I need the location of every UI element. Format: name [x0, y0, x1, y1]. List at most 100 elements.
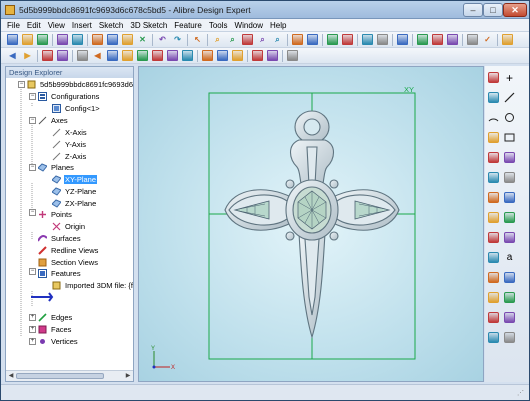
spline-icon[interactable]	[504, 152, 515, 163]
project-icon[interactable]	[488, 312, 499, 323]
menu-view[interactable]: View	[48, 21, 65, 30]
next-view-icon[interactable]	[307, 34, 318, 45]
fillet-icon[interactable]	[504, 212, 515, 223]
shaded-icon[interactable]	[362, 34, 373, 45]
move-icon[interactable]	[488, 272, 499, 283]
resize-grip-icon[interactable]: ⋰	[517, 389, 526, 398]
cross-pendant-model[interactable]	[224, 110, 400, 339]
display-a-icon[interactable]	[202, 50, 213, 61]
scroll-thumb[interactable]	[16, 373, 104, 379]
save-icon[interactable]	[37, 34, 48, 45]
sketch-a-icon[interactable]	[42, 50, 53, 61]
sketch-b-icon[interactable]	[57, 50, 68, 61]
app-icon[interactable]	[5, 5, 15, 15]
explode-icon[interactable]	[267, 50, 278, 61]
display-b-icon[interactable]	[217, 50, 228, 61]
tree-item-xy-plane[interactable]: XY-Plane	[52, 174, 97, 185]
menu-tools[interactable]: Tools	[209, 21, 228, 30]
menu-insert[interactable]: Insert	[72, 21, 92, 30]
spin-icon[interactable]	[342, 34, 353, 45]
zoom-out-icon[interactable]: ⌕	[227, 34, 238, 45]
exit-sketch-icon[interactable]	[504, 332, 515, 343]
select-arrow-icon[interactable]: ↖	[192, 34, 203, 45]
cut-plane-icon[interactable]	[287, 50, 298, 61]
open-folder-icon[interactable]	[22, 34, 33, 45]
trim-icon[interactable]	[488, 192, 499, 203]
tree-item-redline-views[interactable]: Redline Views	[38, 245, 99, 256]
close-button[interactable]: ✕	[503, 3, 527, 17]
new-document-icon[interactable]	[7, 34, 18, 45]
tree-item-surfaces[interactable]: Surfaces	[38, 233, 82, 244]
tree-item-vertices[interactable]: Vertices	[38, 336, 79, 347]
menu-feature[interactable]: Feature	[174, 21, 202, 30]
cube-icon[interactable]	[488, 92, 499, 103]
layout-icon[interactable]	[488, 72, 499, 83]
zoom-in-icon[interactable]: ⌕	[212, 34, 223, 45]
zoom-window-icon[interactable]: ⌕	[257, 34, 268, 45]
menu-help[interactable]: Help	[270, 21, 286, 30]
reference-axis-icon[interactable]	[417, 34, 428, 45]
tree-item-planes[interactable]: Planes	[38, 162, 75, 173]
tree-item-yz-plane[interactable]: YZ-Plane	[52, 186, 97, 197]
grid-icon[interactable]	[467, 34, 478, 45]
rollback-marker[interactable]	[30, 291, 54, 302]
delete-icon[interactable]: ✕	[137, 34, 148, 45]
collapse-toggle[interactable]: −	[29, 117, 36, 124]
circle-icon[interactable]	[504, 112, 515, 123]
line-icon[interactable]	[504, 92, 515, 103]
grid-snap-icon[interactable]	[504, 312, 515, 323]
undo-icon[interactable]: ↶	[157, 34, 168, 45]
point-icon[interactable]	[488, 172, 499, 183]
minimize-button[interactable]: –	[463, 3, 483, 17]
3d-viewport[interactable]: XY Y X	[138, 66, 484, 382]
tree-item-x-axis[interactable]: X-Axis	[52, 127, 88, 138]
menu-sketch[interactable]: Sketch	[99, 21, 123, 30]
reference-plane-icon[interactable]	[432, 34, 443, 45]
view-back-icon[interactable]: ◀	[92, 50, 103, 61]
tree-item-points[interactable]: Points	[38, 209, 73, 220]
expand-toggle[interactable]: +	[29, 326, 36, 333]
print-icon[interactable]	[57, 34, 68, 45]
expand-toggle[interactable]: +	[29, 338, 36, 345]
plus-icon[interactable]: +	[504, 72, 515, 84]
tree-item-edges[interactable]: Edges	[38, 312, 73, 323]
expand-toggle[interactable]: +	[29, 314, 36, 321]
explorer-horizontal-scrollbar[interactable]: ◀ ▶	[6, 370, 133, 381]
menu-edit[interactable]: Edit	[27, 21, 41, 30]
collapse-toggle[interactable]: −	[29, 93, 36, 100]
scroll-left-icon[interactable]: ◀	[7, 372, 15, 380]
tree-item-zx-plane[interactable]: ZX-Plane	[52, 198, 97, 209]
view-left-icon[interactable]	[137, 50, 148, 61]
arc-icon[interactable]	[488, 112, 499, 123]
scale-icon[interactable]	[488, 292, 499, 303]
zoom-fit-icon[interactable]: ⌕	[272, 34, 283, 45]
view-front-icon[interactable]	[77, 50, 88, 61]
text-icon[interactable]: a	[504, 252, 515, 263]
rectangle-icon[interactable]	[504, 132, 515, 143]
view-top-icon[interactable]	[107, 50, 118, 61]
checkmark-icon[interactable]: ✓	[482, 34, 493, 45]
collapse-toggle[interactable]: −	[29, 268, 36, 275]
material-icon[interactable]	[502, 34, 513, 45]
tree-item-section-views[interactable]: Section Views	[38, 257, 99, 268]
view-dimetric-icon[interactable]	[182, 50, 193, 61]
maximize-button[interactable]: □	[483, 3, 503, 17]
pan-icon[interactable]	[242, 34, 253, 45]
menu-3d-sketch[interactable]: 3D Sketch	[130, 21, 167, 30]
view-iso-icon[interactable]	[167, 50, 178, 61]
pattern-icon[interactable]	[488, 252, 499, 263]
menu-file[interactable]: File	[7, 21, 20, 30]
tree-item-configurations[interactable]: Configurations	[38, 91, 100, 102]
title-bar[interactable]: 5d5b999bbdc8691fc9693d6c678c5bd5 - Alibr…	[1, 1, 529, 19]
model-canvas[interactable]: XY Y X	[139, 67, 484, 382]
view-bottom-icon[interactable]	[122, 50, 133, 61]
cut-icon[interactable]	[92, 34, 103, 45]
tree-item-imported-3dm[interactable]: Imported 3DM file: {fo	[52, 280, 133, 291]
display-c-icon[interactable]	[232, 50, 243, 61]
dimension-icon[interactable]	[504, 172, 515, 183]
previous-view-icon[interactable]	[292, 34, 303, 45]
chamfer-icon[interactable]	[488, 232, 499, 243]
section-icon[interactable]	[252, 50, 263, 61]
polygon-icon[interactable]	[488, 152, 499, 163]
tree-item-config1[interactable]: Config<1>	[52, 103, 101, 114]
